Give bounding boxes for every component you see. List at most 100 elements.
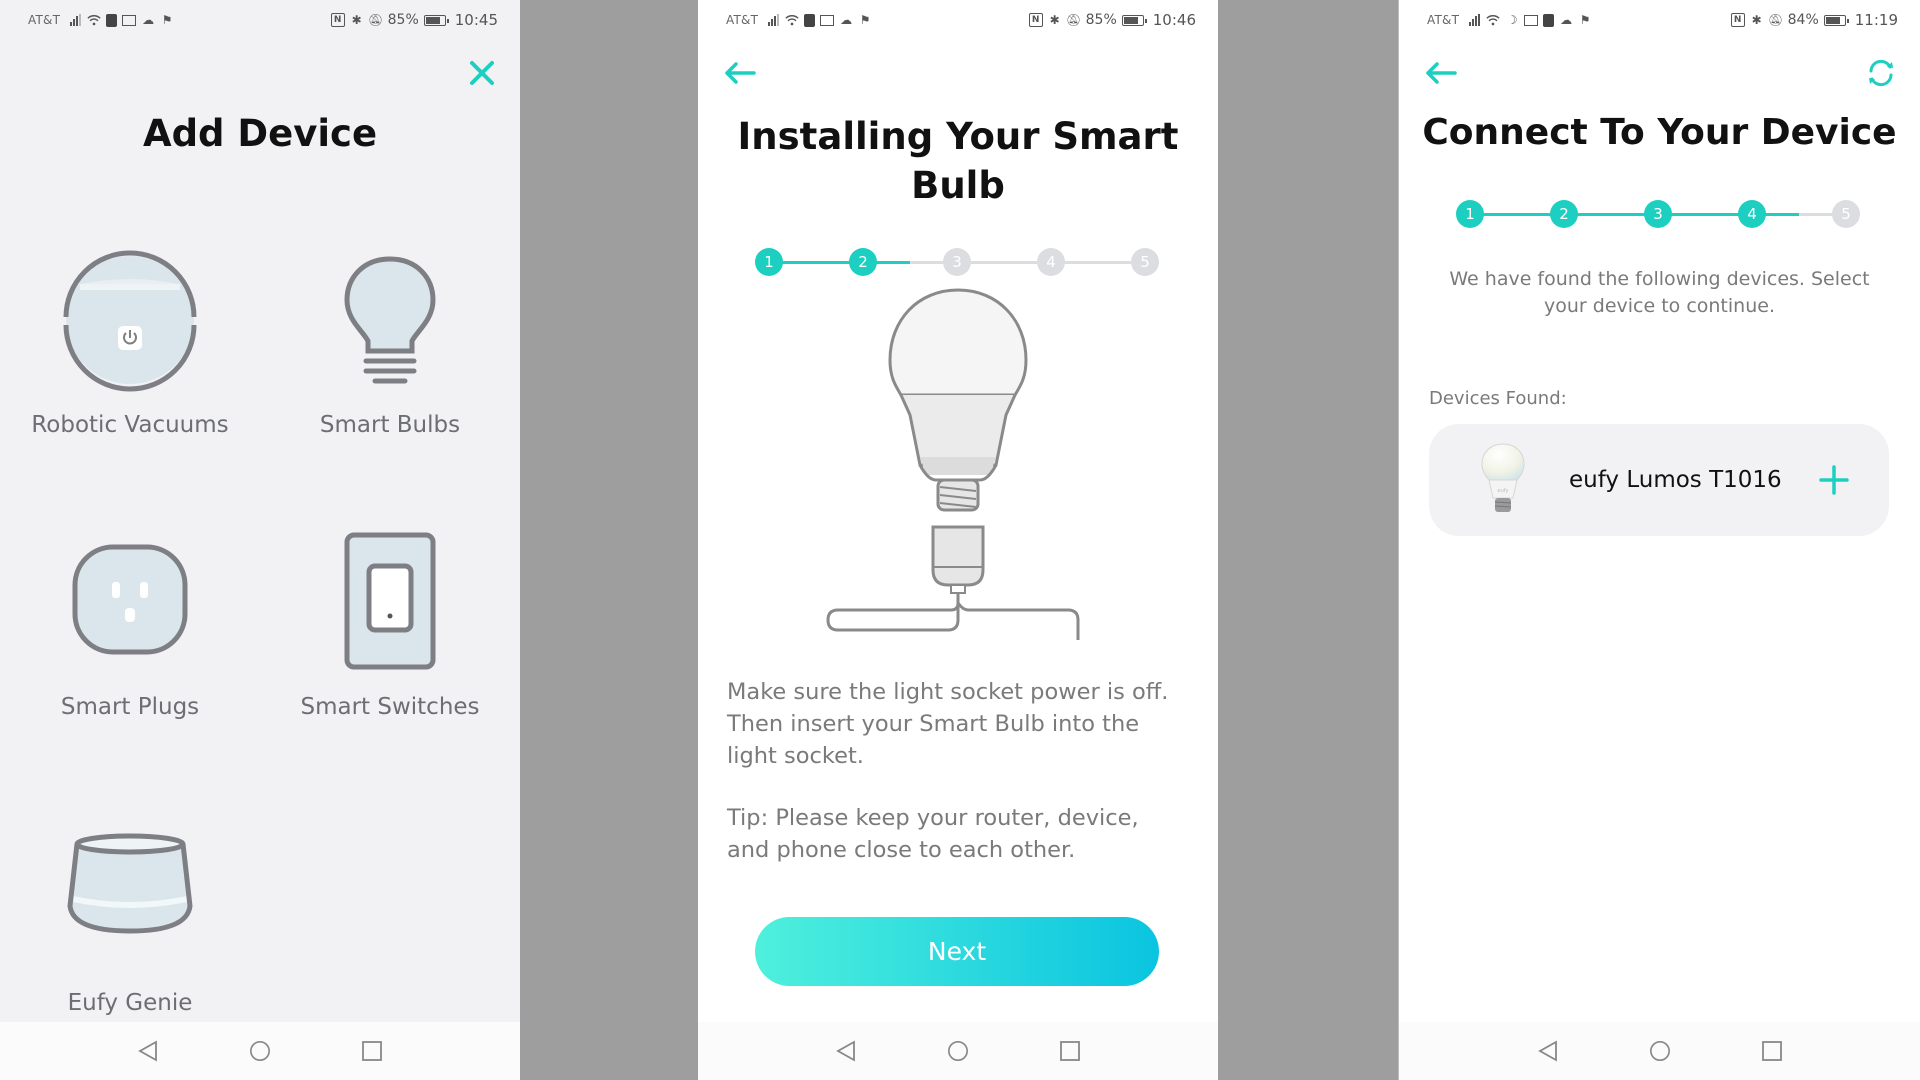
device-type-label: Robotic Vacuums	[31, 412, 229, 438]
progress-stepper: 1 2 3 4 5	[1456, 200, 1860, 230]
instruction-text: Make sure the light socket power is off.…	[727, 676, 1168, 772]
flag-icon: ⚑	[859, 13, 871, 27]
page-title: Connect To Your Device	[1422, 112, 1897, 153]
cloud-icon: ☁	[142, 13, 155, 27]
smart-speaker-icon	[67, 833, 193, 934]
status-bar: AT&T ☁ ⚑ N ✱ 🔕︎ 85% 10:46	[698, 0, 1218, 40]
nav-recents-button[interactable]	[361, 1040, 383, 1062]
nav-recents-icon	[1060, 1041, 1080, 1061]
mail-icon	[820, 14, 835, 26]
step-5: 5	[1832, 200, 1860, 228]
signal-icon	[768, 14, 780, 26]
carrier-label: AT&T	[1427, 13, 1460, 27]
carrier-label: AT&T	[726, 13, 759, 27]
battery-percent: 85%	[1085, 12, 1117, 28]
device-type-label: Eufy Genie	[67, 990, 193, 1016]
back-arrow-icon	[725, 62, 756, 84]
mail-icon	[122, 14, 137, 26]
device-type-label: Smart Bulbs	[319, 412, 461, 438]
back-button[interactable]	[722, 55, 758, 91]
app-notification-icon	[106, 13, 118, 27]
cloud-icon: ☁	[840, 13, 853, 27]
nfc-icon: N	[1028, 13, 1043, 27]
device-type-label: Smart Switches	[300, 694, 480, 720]
nav-back-button[interactable]	[1537, 1040, 1559, 1062]
page-title-line: Installing Your Smart	[737, 115, 1179, 158]
step-1: 1	[1456, 200, 1484, 228]
app-notification-icon	[1543, 13, 1555, 27]
nav-recents-button[interactable]	[1761, 1040, 1783, 1062]
smart-plug-icon	[72, 544, 188, 655]
light-switch-icon	[344, 532, 436, 670]
battery-icon	[1823, 14, 1849, 26]
wifi-icon	[785, 13, 799, 27]
nfc-icon: N	[330, 13, 345, 27]
nav-back-button[interactable]	[835, 1040, 857, 1062]
tip-text: Tip: Please keep your router, device, an…	[727, 802, 1139, 866]
nfc-icon: N	[1730, 13, 1745, 27]
light-bulb-icon	[344, 256, 436, 384]
description-line: We have found the following devices. Sel…	[1449, 268, 1870, 290]
nav-recents-button[interactable]	[1059, 1040, 1081, 1062]
cloud-icon: ☁	[1560, 13, 1573, 27]
step-3: 3	[1644, 200, 1672, 228]
add-device-button[interactable]	[1819, 465, 1849, 495]
step-2: 2	[1550, 200, 1578, 228]
device-type-smart-plugs[interactable]: Smart Plugs	[0, 522, 260, 720]
instruction-line: Make sure the light socket power is off.	[727, 679, 1169, 705]
wifi-icon	[1486, 13, 1500, 27]
mail-icon	[1524, 14, 1539, 26]
add-device-screen: AT&T ☁ ⚑ N ✱ 🔕︎ 85% 10:45 Add Device Rob…	[0, 0, 520, 1080]
mute-bell-icon: 🔕︎	[1768, 13, 1784, 27]
signal-icon	[1469, 14, 1481, 26]
battery-percent: 85%	[387, 12, 419, 28]
battery-percent: 84%	[1787, 12, 1819, 28]
nav-back-icon	[138, 1040, 157, 1062]
step-1: 1	[755, 248, 783, 276]
app-notification-icon	[804, 13, 816, 27]
refresh-button[interactable]	[1863, 55, 1899, 91]
next-button[interactable]: Next	[755, 917, 1159, 986]
nav-home-button[interactable]	[1649, 1040, 1671, 1062]
nav-back-icon	[836, 1040, 855, 1062]
page-title: Installing Your Smart Bulb	[698, 112, 1218, 210]
android-nav-bar	[0, 1022, 520, 1080]
nav-home-icon	[1649, 1041, 1670, 1061]
nav-home-icon	[948, 1041, 968, 1061]
robot-vacuum-icon	[63, 250, 197, 392]
step-5: 5	[1131, 248, 1159, 276]
nav-back-icon	[1537, 1040, 1557, 1062]
tip-line: and phone close to each other.	[727, 837, 1076, 863]
tip-line: Tip: Please keep your router, device,	[727, 805, 1139, 831]
nav-back-button[interactable]	[137, 1040, 159, 1062]
device-type-robotic-vacuums[interactable]: Robotic Vacuums	[0, 240, 260, 438]
back-button[interactable]	[1423, 55, 1459, 91]
status-bar: AT&T ☁ ⚑ N ✱ 🔕︎ 85% 10:45	[0, 0, 520, 40]
found-device-card[interactable]: eufy eufy Lumos T1016	[1429, 424, 1889, 536]
bulb-installation-illustration	[826, 288, 1080, 640]
mute-bell-icon: 🔕︎	[1066, 13, 1082, 27]
nav-recents-icon	[362, 1041, 382, 1061]
device-type-smart-switches[interactable]: Smart Switches	[260, 522, 520, 720]
battery-icon	[423, 14, 449, 26]
plus-icon	[1819, 465, 1849, 495]
flag-icon: ⚑	[161, 13, 173, 27]
nav-home-icon	[250, 1041, 270, 1061]
device-type-eufy-genie[interactable]: Eufy Genie	[0, 806, 260, 1016]
bulb-brand-text: eufy	[1498, 488, 1509, 494]
stepper-progress	[769, 261, 910, 264]
bluetooth-icon: ✱	[1751, 13, 1762, 27]
nav-home-button[interactable]	[947, 1040, 969, 1062]
devices-found-label: Devices Found:	[1429, 388, 1567, 409]
clock: 11:19	[1854, 11, 1898, 29]
device-type-smart-bulbs[interactable]: Smart Bulbs	[260, 240, 520, 438]
clock: 10:45	[454, 11, 498, 29]
page-title-line: Bulb	[911, 164, 1005, 207]
instruction-line: Then insert your Smart Bulb into the	[727, 711, 1140, 737]
refresh-icon	[1869, 59, 1893, 87]
instruction-line: light socket.	[727, 743, 864, 769]
close-button[interactable]	[464, 55, 500, 91]
description-line: your device to continue.	[1544, 295, 1775, 317]
android-nav-bar	[1399, 1022, 1920, 1080]
nav-home-button[interactable]	[249, 1040, 271, 1062]
